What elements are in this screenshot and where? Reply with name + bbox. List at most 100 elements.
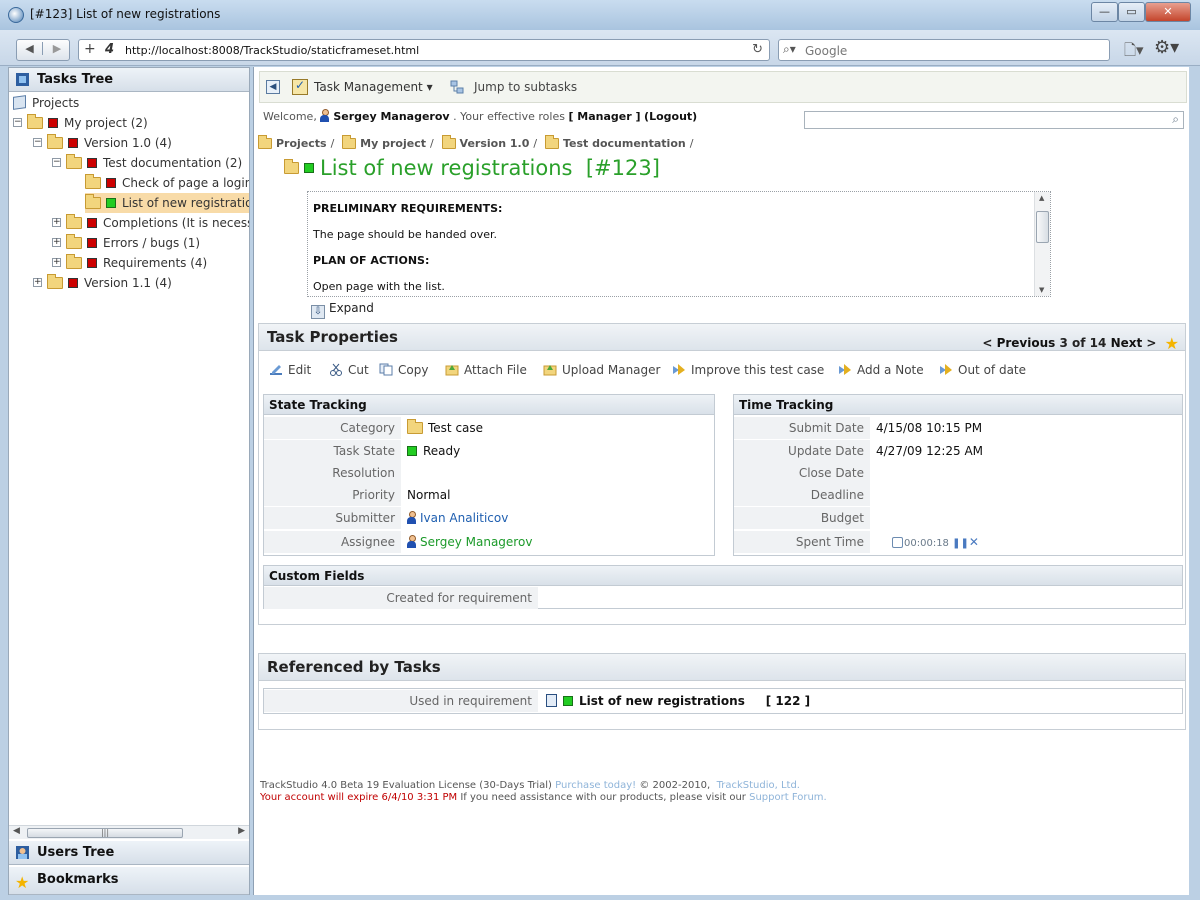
scroll-thumb[interactable]	[1036, 211, 1049, 243]
task-link-icon[interactable]	[546, 694, 557, 707]
logout-link[interactable]: (Logout)	[644, 110, 697, 123]
property-row: Created for requirement	[264, 587, 1182, 609]
tree-node-version-1-0[interactable]: Version 1.0 (4)	[47, 133, 172, 153]
reload-icon[interactable]: ↻	[752, 42, 763, 57]
property-row: Submit Date 4/15/08 10:15 PM	[734, 417, 1182, 439]
tree-node-completions[interactable]: Completions (It is necessary	[66, 213, 249, 233]
expand-toggle[interactable]: +	[52, 238, 61, 247]
company-link[interactable]: TrackStudio, Ltd.	[717, 780, 800, 791]
collapse-toggle[interactable]: −	[52, 158, 61, 167]
tree-node-errors-bugs[interactable]: Errors / bugs (1)	[66, 233, 200, 253]
task-description[interactable]: PRELIMINARY REQUIREMENTS: The page shoul…	[307, 191, 1051, 297]
bookmarks-header[interactable]: ★ Bookmarks	[9, 867, 249, 895]
description-line: Open page with the list.	[313, 280, 445, 293]
collapse-toggle[interactable]: −	[33, 138, 42, 147]
tasks-tree-header[interactable]: Tasks Tree	[9, 68, 249, 92]
breadcrumb-version[interactable]: Version 1.0	[460, 137, 530, 150]
folder-icon	[66, 154, 82, 169]
scroll-thumb[interactable]: |||	[27, 828, 183, 838]
scroll-up-arrow[interactable]: ▲	[1039, 194, 1044, 202]
expand-toggle[interactable]: +	[52, 258, 61, 267]
state-red-icon	[87, 158, 97, 168]
jump-to-subtasks-link[interactable]: Jump to subtasks	[474, 80, 577, 94]
tree-node-list-new-registrations[interactable]: List of new registrations	[85, 193, 249, 213]
cut-icon	[330, 363, 342, 376]
breadcrumb-test-documentation[interactable]: Test documentation	[563, 137, 686, 150]
support-forum-link[interactable]: Support Forum.	[749, 792, 827, 803]
chevron-down-icon: ▾	[426, 80, 433, 94]
add-note-button[interactable]: Add a Note	[838, 363, 924, 377]
property-row: Deadline	[734, 484, 1182, 506]
bookmarks-title: Bookmarks	[37, 872, 119, 887]
next-link[interactable]: Next	[1111, 336, 1143, 350]
attach-file-button[interactable]: Attach File	[445, 363, 527, 377]
minimize-button[interactable]: —	[1091, 2, 1118, 22]
out-of-date-button[interactable]: Out of date	[939, 363, 1026, 377]
breadcrumb-projects[interactable]: Projects	[276, 137, 327, 150]
expiry-notice: Your account will expire 6/4/10 3:31 PM	[260, 792, 458, 803]
quick-search-input[interactable]: ⌕	[804, 111, 1184, 129]
upload-manager-button[interactable]: Upload Manager	[543, 363, 660, 377]
tree-node-version-1-1[interactable]: Version 1.1 (4)	[47, 273, 172, 293]
collapse-panel-icon[interactable]: ◀	[266, 80, 280, 94]
tree-node-test-documentation[interactable]: Test documentation (2)	[66, 153, 242, 173]
current-user[interactable]: Sergey Managerov	[333, 110, 449, 123]
improve-test-case-button[interactable]: Improve this test case	[672, 363, 824, 377]
users-tree-header[interactable]: Users Tree	[9, 841, 249, 865]
scroll-down-arrow[interactable]: ▼	[1039, 286, 1044, 294]
tree-node-requirements[interactable]: Requirements (4)	[66, 253, 207, 273]
assignee-link[interactable]: Sergey Managerov	[420, 535, 532, 549]
browser-search[interactable]: ⌕▾ Google	[778, 39, 1110, 61]
task-management-menu[interactable]: Task Management ▾	[314, 80, 433, 94]
scroll-left-arrow[interactable]: ◀	[13, 826, 20, 836]
search-placeholder[interactable]: Google	[805, 44, 847, 58]
folder-icon	[284, 159, 299, 174]
stop-timer-icon[interactable]: ✕	[969, 535, 979, 549]
expand-toggle[interactable]: +	[33, 278, 42, 287]
site-icon: 4	[105, 42, 115, 57]
state-red-icon	[68, 278, 78, 288]
pause-icon[interactable]: ❚❚	[952, 538, 969, 549]
address-bar[interactable]: + 4 http://localhost:8008/TrackStudio/st…	[78, 39, 770, 61]
forward-button[interactable]: ▶	[44, 42, 70, 55]
breadcrumb-my-project[interactable]: My project	[360, 137, 426, 150]
state-tracking-panel: State Tracking Category Test case Task St…	[263, 394, 715, 556]
cut-button[interactable]: Cut	[329, 363, 369, 377]
close-button[interactable]: ✕	[1145, 2, 1191, 22]
copy-button[interactable]: Copy	[379, 363, 428, 377]
tree-node-projects[interactable]: Projects	[13, 93, 79, 113]
state-red-icon	[87, 238, 97, 248]
folder-icon	[258, 135, 272, 149]
expand-toggle[interactable]: +	[52, 218, 61, 227]
back-button[interactable]: ◀	[17, 42, 43, 55]
scroll-right-arrow[interactable]: ▶	[238, 826, 245, 836]
add-bookmark-icon[interactable]: +	[84, 41, 96, 57]
time-tracking-panel: Time Tracking Submit Date 4/15/08 10:15 P…	[733, 394, 1183, 556]
expand-button[interactable]: ⇩ Expand	[311, 301, 374, 319]
expand-icon: ⇩	[311, 305, 325, 319]
gear-icon[interactable]: ⚙▾	[1154, 37, 1179, 58]
description-scrollbar[interactable]: ▲ ▼	[1034, 192, 1050, 296]
tree-node-my-project[interactable]: My project (2)	[27, 113, 148, 133]
description-line: PLAN OF ACTIONS:	[313, 254, 430, 267]
edit-button[interactable]: Edit	[269, 363, 311, 377]
state-tracking-title: State Tracking	[264, 395, 714, 415]
search-icon[interactable]: ⌕	[1172, 112, 1179, 127]
collapse-toggle[interactable]: −	[13, 118, 22, 127]
page-menu-icon[interactable]: 🗋▾	[1124, 40, 1144, 65]
property-row: Close Date	[734, 462, 1182, 484]
user-icon	[407, 511, 416, 524]
footer: TrackStudio 4.0 Beta 19 Evaluation Licen…	[260, 780, 827, 803]
previous-link[interactable]: Previous	[997, 336, 1056, 350]
maximize-button[interactable]: ▭	[1118, 2, 1145, 22]
purchase-link[interactable]: Purchase today!	[555, 780, 636, 791]
url-text[interactable]: http://localhost:8008/TrackStudio/static…	[125, 44, 419, 57]
tree-node-check-login[interactable]: Check of page a login	[85, 173, 249, 193]
task-toolbar: ◀ Task Management ▾ Jump to subtasks	[259, 71, 1187, 103]
tasks-tree-title: Tasks Tree	[37, 72, 114, 87]
edit-icon	[270, 365, 282, 375]
tree-horizontal-scrollbar[interactable]: ◀ ||| ▶	[9, 825, 249, 839]
referenced-task-link[interactable]: List of new registrations	[579, 694, 745, 708]
task-number: [#123]	[585, 156, 660, 180]
submitter-link[interactable]: Ivan Analiticov	[420, 511, 508, 525]
